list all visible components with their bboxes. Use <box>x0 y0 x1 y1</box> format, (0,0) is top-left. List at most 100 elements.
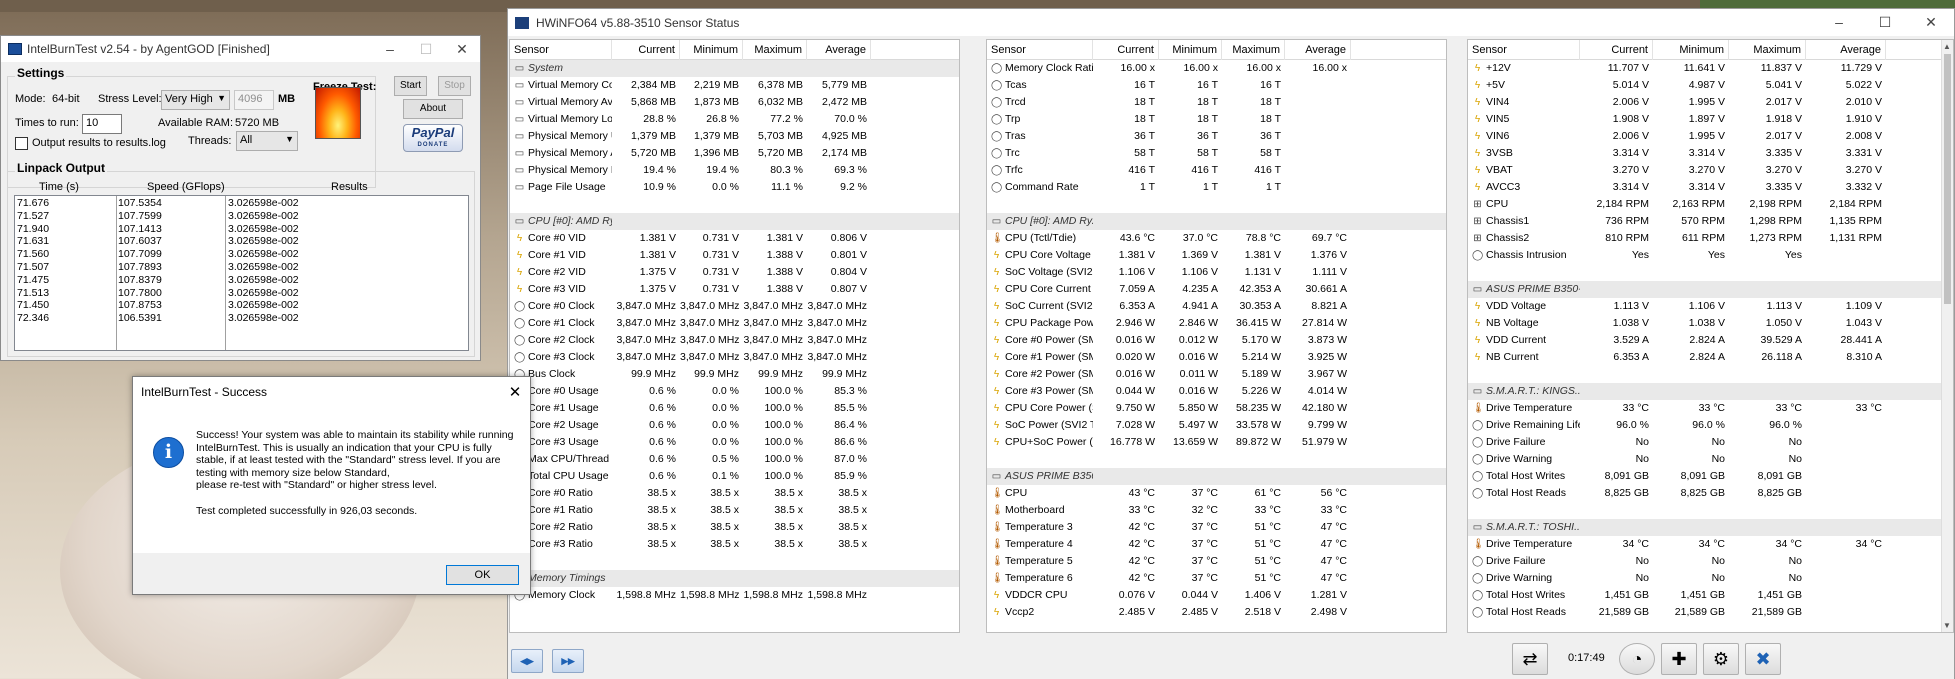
sensor-row[interactable]: ϟSoC Current (SVI2 ...6.353 A4.941 A30.3… <box>987 298 1446 315</box>
column-header-minimum[interactable]: Minimum <box>1159 40 1222 60</box>
column-header-average[interactable]: Average <box>1806 40 1886 60</box>
column-header-average[interactable]: Average <box>1285 40 1351 60</box>
sensor-row[interactable]: ◯ Total Host Reads 21,589 GB 21,589 GB 21,58… <box>1468 604 1953 621</box>
sensor-row[interactable]: ϟ NB Voltage 1.038 V 1.038 V 1.050 V 1.043 V <box>1468 315 1953 332</box>
sensor-row[interactable]: ◯ Total Host Reads 8,825 GB 8,825 GB 8,825 G… <box>1468 485 1953 502</box>
start-button[interactable]: Start <box>394 76 427 96</box>
sensor-row[interactable]: 🌡 CPU 43 °C 37 °C 61 °C 56 °C <box>987 485 1446 502</box>
sensor-row[interactable]: ◯ Trp 18 T 18 T 18 T <box>987 111 1446 128</box>
sensor-group-row[interactable]: ▭CPU [#0]: AMD Ryz... <box>510 213 959 230</box>
about-button[interactable]: About <box>403 99 463 119</box>
sensor-panel-2[interactable]: Sensor Current Minimum Maximum Average ◯ Memor… <box>986 39 1447 633</box>
column-header-sensor[interactable]: Sensor <box>987 40 1093 60</box>
sensor-row[interactable]: ▭ Page File Usage 10.9 % 0.0 % 11.1 % 9.2 % <box>510 179 959 196</box>
sensor-row[interactable]: ◯ Drive Warning No No No <box>1468 451 1953 468</box>
sensor-row[interactable]: ϟCore #2 Power (SMU)0.016 W0.011 W5.189 … <box>987 366 1446 383</box>
column-header-maximum[interactable]: Maximum <box>743 40 807 60</box>
sensor-row[interactable]: ϟ VBAT 3.270 V 3.270 V 3.270 V 3.270 V <box>1468 162 1953 179</box>
sensor-header[interactable]: Sensor Current Minimum Maximum Average <box>987 40 1446 60</box>
sensor-row[interactable]: ϟ NB Current 6.353 A 2.824 A 26.118 A 8.310 A <box>1468 349 1953 366</box>
sensor-row[interactable]: ▭Virtual Memory Load28.8 %26.8 %77.2 %70… <box>510 111 959 128</box>
sensor-group-row[interactable]: ▭ S.M.A.R.T.: TOSHI... <box>1468 519 1953 536</box>
sensor-row[interactable]: ϟCPU Core Current (...7.059 A4.235 A42.3… <box>987 281 1446 298</box>
times-to-run-input[interactable]: 10 <box>82 114 122 134</box>
sensor-row[interactable]: ϟ Core #1 VID 1.381 V 0.731 V 1.388 V 0.801 V <box>510 247 959 264</box>
paypal-donate-button[interactable]: PayPal DONATE <box>403 124 463 152</box>
ibt-titlebar[interactable]: IntelBurnTest v2.54 - by AgentGOD [Finis… <box>1 36 480 62</box>
sensor-row[interactable]: ϟ Core #0 VID 1.381 V 0.731 V 1.381 V 0.806 V <box>510 230 959 247</box>
output-results-checkbox[interactable] <box>15 137 28 150</box>
column-header-current[interactable]: Current <box>612 40 680 60</box>
sensor-row[interactable]: ϟSoC Voltage (SVI2 ...1.106 V1.106 V1.13… <box>987 264 1446 281</box>
sensor-row[interactable]: ◯ Drive Warning No No No <box>1468 570 1953 587</box>
sensor-row[interactable]: ◯ Drive Remaining Life 96.0 % 96.0 % 96.0 % <box>1468 417 1953 434</box>
sensor-row[interactable]: ◯ Chassis Intrusion Yes Yes Yes <box>1468 247 1953 264</box>
sensor-row[interactable]: ϟCPU Package Powe...2.946 W2.846 W36.415… <box>987 315 1446 332</box>
sensor-row[interactable]: ◯Core #1 Ratio38.5 x38.5 x38.5 x38.5 x <box>510 502 959 519</box>
hwinfo-titlebar[interactable]: HWiNFO64 v5.88-3510 Sensor Status – ☐ ✕ <box>508 9 1954 36</box>
sensor-group-row[interactable]: ▭ S.M.A.R.T.: KINGS... <box>1468 383 1953 400</box>
sensor-row[interactable]: ϟCPU+SoC Power (S...16.778 W13.659 W89.8… <box>987 434 1446 451</box>
column-header-current[interactable]: Current <box>1580 40 1653 60</box>
sensor-row[interactable]: ⊞ CPU 2,184 RPM 2,163 RPM 2,198 RPM 2,184 RPM <box>1468 196 1953 213</box>
sensor-row[interactable]: ⊞ Chassis1 736 RPM 570 RPM 1,298 RPM 1,135 RP… <box>1468 213 1953 230</box>
close-sensors-icon[interactable]: ✖ <box>1745 643 1781 675</box>
sensor-header[interactable]: Sensor Current Minimum Maximum Average <box>510 40 959 60</box>
sensor-row[interactable]: ◯ Total Host Writes 1,451 GB 1,451 GB 1,451 … <box>1468 587 1953 604</box>
vertical-scrollbar[interactable]: ▲ ▼ <box>1941 40 1953 632</box>
column-header-maximum[interactable]: Maximum <box>1222 40 1285 60</box>
sensor-row[interactable]: ϟ VIN5 1.908 V 1.897 V 1.918 V 1.910 V <box>1468 111 1953 128</box>
column-header-average[interactable]: Average <box>807 40 871 60</box>
sensor-row[interactable]: ϟ VDD Voltage 1.113 V 1.106 V 1.113 V 1.109 V <box>1468 298 1953 315</box>
sensor-row[interactable]: ϟCore #1 Power (SMU)0.020 W0.016 W5.214 … <box>987 349 1446 366</box>
sensor-row[interactable]: ϟ +5V 5.014 V 4.987 V 5.041 V 5.022 V <box>1468 77 1953 94</box>
sensor-row[interactable]: 🌡 Temperature 6 42 °C 37 °C 51 °C 47 °C <box>987 570 1446 587</box>
sensor-row[interactable]: ◯ Core #2 Clock 3,847.0 MHz 3,847.0 MHz 3,84… <box>510 332 959 349</box>
sensor-row[interactable]: ϟ VIN6 2.006 V 1.995 V 2.017 V 2.008 V <box>1468 128 1953 145</box>
next-arrows-icon[interactable]: ▸▸ <box>552 649 584 673</box>
add-report-icon[interactable]: ✚ <box>1661 643 1697 675</box>
network-icon[interactable]: ⇄ <box>1512 643 1548 675</box>
sensor-row[interactable]: ◯ Tras 36 T 36 T 36 T <box>987 128 1446 145</box>
close-icon[interactable]: ✕ <box>500 383 530 401</box>
sensor-row[interactable]: ◯ Core #0 Clock 3,847.0 MHz 3,847.0 MHz 3,84… <box>510 298 959 315</box>
sensor-panel-3[interactable]: Sensor Current Minimum Maximum Average ϟ +12V 1… <box>1467 39 1954 633</box>
column-header-sensor[interactable]: Sensor <box>1468 40 1580 60</box>
sensor-row[interactable]: ▭Virtual Memory Avai...5,868 MB1,873 MB6… <box>510 94 959 111</box>
memory-size-input[interactable]: 4096 <box>234 90 274 110</box>
sensor-row[interactable]: ◯ Trcd 18 T 18 T 18 T <box>987 94 1446 111</box>
sensor-row[interactable]: ◯Core #3 Usage0.6 %0.0 %100.0 %86.6 % <box>510 434 959 451</box>
sensor-row[interactable]: ◯ Tcas 16 T 16 T 16 T <box>987 77 1446 94</box>
sensor-row[interactable]: ◯Max CPU/Thread U...0.6 %0.5 %100.0 %87.… <box>510 451 959 468</box>
sensor-row[interactable]: ◯ Drive Failure No No No <box>1468 434 1953 451</box>
column-header-sensor[interactable]: Sensor <box>510 40 612 60</box>
sensor-row[interactable]: 🌡 CPU (Tctl/Tdie) 43.6 °C 37.0 °C 78.8 °C 69.… <box>987 230 1446 247</box>
sensor-group-row[interactable]: ▭CPU [#0]: AMD Ryz... <box>987 213 1446 230</box>
stress-level-select[interactable]: Very High ▼ <box>161 90 230 110</box>
dialog-titlebar[interactable]: IntelBurnTest - Success ✕ <box>133 377 530 407</box>
scrollbar-thumb[interactable] <box>1944 54 1951 304</box>
sensor-row[interactable]: ▭Physical Memory Load19.4 %19.4 %80.3 %6… <box>510 162 959 179</box>
sensor-row[interactable]: ϟ VIN4 2.006 V 1.995 V 2.017 V 2.010 V <box>1468 94 1953 111</box>
sensor-row[interactable]: ▭Virtual Memory Com...2,384 MB2,219 MB6,… <box>510 77 959 94</box>
sensor-row[interactable]: ◯Total CPU Usage0.6 %0.1 %100.0 %85.9 % <box>510 468 959 485</box>
settings-gear-icon[interactable]: ⚙ <box>1703 643 1739 675</box>
maximize-icon[interactable]: ☐ <box>1862 14 1908 31</box>
stop-button[interactable]: Stop <box>438 76 471 96</box>
sensor-row[interactable]: 🌡 Temperature 3 42 °C 37 °C 51 °C 47 °C <box>987 519 1446 536</box>
sensor-row[interactable]: ϟCPU Core Voltage (...1.381 V1.369 V1.38… <box>987 247 1446 264</box>
sensor-row[interactable]: ◯ Command Rate 1 T1 T1 T <box>987 179 1446 196</box>
sensor-row[interactable]: 🌡 Temperature 4 42 °C 37 °C 51 °C 47 °C <box>987 536 1446 553</box>
sensor-row[interactable]: 🌡 Drive Temperature 34 °C 34 °C 34 °C 34 °C <box>1468 536 1953 553</box>
column-header-minimum[interactable]: Minimum <box>1653 40 1729 60</box>
sensor-row[interactable]: ◯ Trc 58 T 58 T 58 T <box>987 145 1446 162</box>
sensor-group-row[interactable]: ▭Memory Timings <box>510 570 959 587</box>
close-icon[interactable]: ✕ <box>444 41 480 58</box>
sensor-header[interactable]: Sensor Current Minimum Maximum Average <box>1468 40 1953 60</box>
sensor-group-row[interactable]: ▭ System <box>510 60 959 77</box>
sensor-row[interactable]: 🌡 Temperature 5 42 °C 37 °C 51 °C 47 °C <box>987 553 1446 570</box>
sensor-row[interactable]: ϟ AVCC3 3.314 V 3.314 V 3.335 V 3.332 V <box>1468 179 1953 196</box>
sensor-row[interactable]: ◯ Core #1 Clock 3,847.0 MHz 3,847.0 MHz 3,84… <box>510 315 959 332</box>
sensor-row[interactable]: ϟSoC Power (SVI2 TFN)7.028 W5.497 W33.57… <box>987 417 1446 434</box>
sensor-row[interactable]: ϟCore #0 Power (SMU)0.016 W0.012 W5.170 … <box>987 332 1446 349</box>
